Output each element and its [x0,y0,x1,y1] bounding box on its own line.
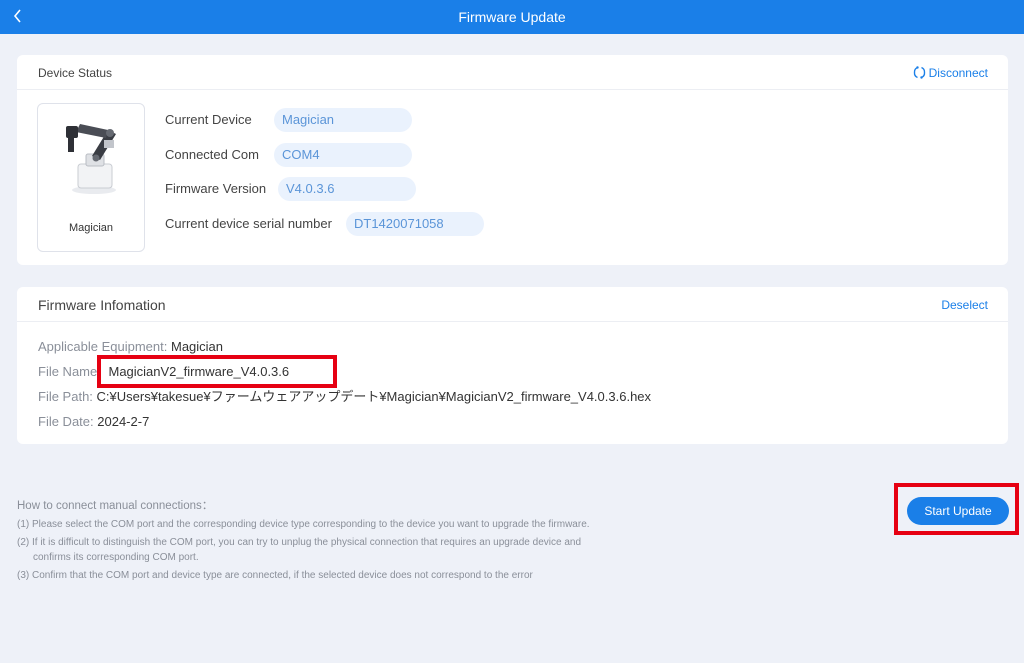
firmware-info-title: Firmware Infomation [38,297,166,313]
start-update-button[interactable]: Start Update [907,497,1009,525]
connected-com-value: COM4 [274,143,412,167]
robot-arm-image [66,124,116,194]
file-date-label: File Date: [38,414,94,429]
connected-com-label: Connected Com [165,147,259,162]
help-item-1: (1) Please select the COM port and the c… [17,519,590,530]
file-name-highlight [97,355,337,388]
file-path-value: C:¥Users¥takesue¥ファームウェアアップデート¥Magician¥… [96,389,652,404]
file-path-row: File Path: C:¥Users¥takesue¥ファームウェアアップデー… [38,388,651,406]
help-text: How to connect manual connections： (1) P… [17,499,697,586]
file-path-label: File Path: [38,389,93,404]
help-title: How to connect manual connections： [17,500,214,512]
deselect-button[interactable]: Deselect [941,287,988,323]
current-device-value: Magician [274,108,412,132]
help-item-2-line-2: confirms its corresponding COM port. [33,552,199,563]
device-status-card: Device Status Disconnect Magician Curren… [17,55,1008,265]
device-status-title: Device Status [38,66,113,80]
disconnect-button[interactable]: Disconnect [913,55,988,91]
serial-number-label: Current device serial number [165,216,332,231]
applicable-equipment-value: Magician [170,339,224,354]
file-date-row: File Date: 2024-2-7 [38,413,149,431]
help-item-2-line-1: (2) If it is difficult to distinguish th… [17,537,582,548]
top-bar: Firmware Update [0,0,1024,34]
help-item-2: (2) If it is difficult to distinguish th… [17,535,697,565]
applicable-equipment-label: Applicable Equipment: [38,339,168,354]
firmware-version-label: Firmware Version [165,181,267,196]
device-name: Magician [68,222,114,234]
applicable-equipment-row: Applicable Equipment: Magician [38,338,223,356]
device-card[interactable]: Magician [37,103,145,252]
help-item-3: (3) Confirm that the COM port and device… [17,570,533,581]
page-title: Firmware Update [458,9,566,25]
serial-number-value: DT1420071058 [346,212,484,236]
file-name-label: File Name: [38,364,101,379]
device-status-header: Device Status Disconnect [17,55,1008,90]
disconnect-icon [913,66,925,79]
firmware-version-value: V4.0.3.6 [278,177,416,201]
disconnect-label: Disconnect [928,66,988,80]
file-date-value: 2024-2-7 [97,414,150,429]
firmware-info-header: Firmware Infomation Deselect [17,287,1008,322]
current-device-label: Current Device [165,112,252,127]
